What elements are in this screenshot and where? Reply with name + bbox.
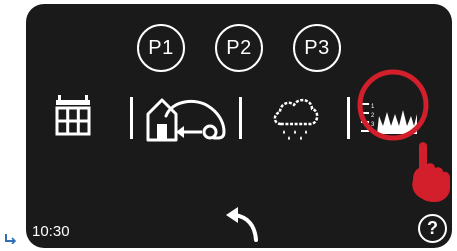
- preset-p3-button[interactable]: P3: [293, 24, 341, 72]
- corner-arrow-icon: [5, 234, 16, 244]
- back-arrow-icon[interactable]: [222, 202, 262, 242]
- red-selection-circle: [357, 69, 429, 141]
- preset-p1-button[interactable]: P1: [137, 24, 185, 72]
- rain-cloud-icon[interactable]: [271, 94, 319, 142]
- calendar-icon[interactable]: [55, 94, 91, 136]
- control-panel-screen: P1 P2 P3 1 2 3 10:30 ?: [26, 4, 452, 248]
- divider: [130, 97, 133, 139]
- help-button[interactable]: ?: [418, 214, 447, 243]
- clock-time: 10:30: [32, 223, 70, 240]
- divider: [239, 97, 242, 139]
- divider: [347, 97, 350, 139]
- mower-return-home-icon[interactable]: [144, 90, 226, 142]
- tapping-hand-icon: [412, 142, 450, 202]
- preset-p2-button[interactable]: P2: [215, 24, 263, 72]
